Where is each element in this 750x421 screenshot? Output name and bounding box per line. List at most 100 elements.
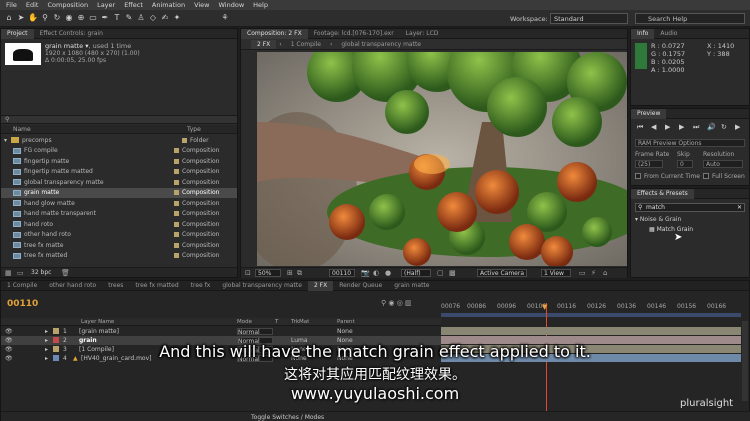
menu-layer[interactable]: Layer [97, 1, 115, 9]
col-t[interactable]: T [275, 319, 278, 325]
hand-tool-icon[interactable]: ✋ [28, 13, 38, 23]
interpret-footage-icon[interactable]: ▦ [5, 269, 12, 277]
list-item[interactable]: hand glow matte Composition [1, 198, 237, 209]
list-item[interactable]: tree fx matte Composition [1, 240, 237, 251]
preview-options-select[interactable]: RAM Preview Options [635, 139, 745, 147]
list-item[interactable]: FG compile Composition [1, 146, 237, 157]
safe-zone-icon[interactable]: ⧉ [297, 269, 302, 278]
timeline-tab[interactable]: 1 Compile [1, 281, 43, 291]
zoom-tool-icon[interactable]: ⚲ [40, 13, 50, 23]
category-noise-grain[interactable]: ▾ Noise & Grain [635, 216, 681, 223]
tab-info[interactable]: Info [631, 28, 655, 39]
timeline-tab[interactable]: tree fx matted [129, 281, 184, 291]
list-item-selected[interactable]: grain matte Composition [1, 187, 237, 198]
layer-name[interactable]: [grain matte] [79, 328, 119, 335]
col-layer-name[interactable]: Layer Name [81, 319, 114, 325]
magnifier-icon[interactable]: ⊡ [245, 269, 251, 277]
brush-tool-icon[interactable]: ✎ [124, 13, 134, 23]
composition-canvas[interactable] [257, 52, 627, 266]
menu-view[interactable]: View [194, 1, 209, 9]
col-trkmat[interactable]: TrkMat [291, 319, 309, 325]
skip-select[interactable]: 0 [677, 160, 693, 168]
col-type[interactable]: Type [187, 126, 201, 133]
color-channel-icon[interactable]: ● [385, 269, 391, 277]
menu-effect[interactable]: Effect [124, 1, 143, 9]
search-help-input[interactable]: Search Help [635, 13, 745, 24]
timeline-tab[interactable]: Render Queue [333, 281, 388, 291]
timeline-icon[interactable]: ⌂ [603, 269, 607, 277]
resolution-select[interactable]: (Half) [401, 269, 431, 277]
list-item[interactable]: fingertip matte Composition [1, 156, 237, 167]
menu-help[interactable]: Help [253, 1, 268, 9]
breadcrumb-item[interactable]: 1 Compile [285, 40, 327, 49]
camera-select[interactable]: Active Camera [477, 269, 527, 277]
full-screen-checkbox[interactable] [703, 173, 709, 179]
show-snapshot-icon[interactable]: ◐ [373, 269, 379, 277]
timeline-tab[interactable]: global transparency matte [216, 281, 308, 291]
list-item[interactable]: hand matte transparent Composition [1, 209, 237, 220]
roto-brush-tool-icon[interactable]: ✍ [160, 13, 170, 23]
expand-arrow-icon[interactable]: ▸ [45, 328, 48, 335]
motion-blur-icon[interactable]: ◎ [397, 299, 405, 307]
clone-stamp-tool-icon[interactable]: ♙ [136, 13, 146, 23]
camera-snapshot-icon[interactable]: 📷 [361, 269, 370, 277]
list-item[interactable]: global transparency matte Composition [1, 177, 237, 188]
effects-search-input[interactable]: ⚲ match ✕ [635, 203, 745, 212]
breadcrumb-item[interactable]: global transparency matte [335, 40, 427, 49]
new-folder-icon[interactable]: ▭ [17, 269, 24, 277]
zoom-select[interactable]: 50% [255, 269, 281, 277]
list-item[interactable]: hand roto Composition [1, 219, 237, 230]
list-item[interactable]: tree fx matted Composition [1, 251, 237, 262]
list-item[interactable]: other hand roto Composition [1, 230, 237, 241]
trash-icon[interactable]: 🗑 [61, 269, 70, 277]
list-item[interactable]: ▾ precomps Folder [1, 135, 237, 146]
menu-animation[interactable]: Animation [152, 1, 185, 9]
toggle-switches-modes-button[interactable]: Toggle Switches / Modes [251, 414, 324, 421]
layer-bar[interactable] [441, 327, 741, 335]
chevron-down-icon[interactable]: ▾ [1, 137, 11, 144]
previous-frame-icon[interactable]: ◀ [651, 123, 656, 131]
tab-preview[interactable]: Preview [631, 108, 667, 119]
menu-file[interactable]: File [6, 1, 17, 9]
text-tool-icon[interactable]: T [112, 13, 122, 23]
audio-icon[interactable]: 🔊 [707, 123, 716, 131]
col-parent[interactable]: Parent [337, 319, 355, 325]
work-area-bar[interactable] [441, 313, 741, 317]
label-swatch[interactable] [53, 328, 59, 335]
effect-match-grain[interactable]: ▦ Match Grain [649, 226, 693, 233]
visibility-eye-icon[interactable]: 👁 [5, 328, 13, 335]
pan-behind-tool-icon[interactable]: ⊕ [76, 13, 86, 23]
tab-project[interactable]: Project [1, 28, 34, 39]
menu-edit[interactable]: Edit [26, 1, 39, 9]
loop-icon[interactable]: ↻ [721, 123, 727, 131]
tab-effect-controls[interactable]: Effect Controls: grain [34, 29, 109, 39]
fast-previews-icon[interactable]: ⚡ [591, 269, 596, 277]
toggle-pixel-aspect-icon[interactable]: ▭ [579, 269, 586, 277]
parent-select[interactable]: None [337, 328, 353, 335]
col-mode[interactable]: Mode [237, 319, 252, 325]
menu-window[interactable]: Window [219, 1, 245, 9]
ram-preview-icon[interactable]: ▶ [735, 123, 740, 131]
from-current-checkbox[interactable] [635, 173, 641, 179]
list-item[interactable]: fingertip matte matted Composition [1, 167, 237, 178]
view-layout-select[interactable]: 1 View [541, 269, 571, 277]
tab-composition[interactable]: Composition: 2 FX [241, 28, 308, 39]
mask-tool-icon[interactable]: ▭ [88, 13, 98, 23]
timeline-tab[interactable]: grain matte [388, 281, 435, 291]
pen-tool-icon[interactable]: ✒ [100, 13, 110, 23]
playhead-handle-icon[interactable]: ▼ [542, 303, 547, 311]
puppet-tool-icon[interactable]: ✦ [172, 13, 182, 23]
bpc-button[interactable]: 32 bpc [31, 269, 51, 276]
next-frame-icon[interactable]: ▶ [679, 123, 684, 131]
current-time-field[interactable]: 00110 [329, 269, 355, 277]
eraser-tool-icon[interactable]: ◇ [148, 13, 158, 23]
tab-effects-presets[interactable]: Effects & Presets [631, 188, 694, 199]
tab-audio[interactable]: Audio [654, 29, 683, 39]
resolution-select[interactable]: Auto [703, 160, 743, 168]
timeline-tab[interactable]: trees [102, 281, 129, 291]
playhead[interactable] [546, 303, 547, 421]
tab-layer[interactable]: Layer: LCD [400, 29, 445, 39]
home-icon[interactable]: ⌂ [4, 13, 14, 23]
workspace-select[interactable]: Standard [550, 13, 628, 24]
time-ruler[interactable]: 00076 00086 00096 00106 00116 00126 0013… [441, 303, 741, 313]
